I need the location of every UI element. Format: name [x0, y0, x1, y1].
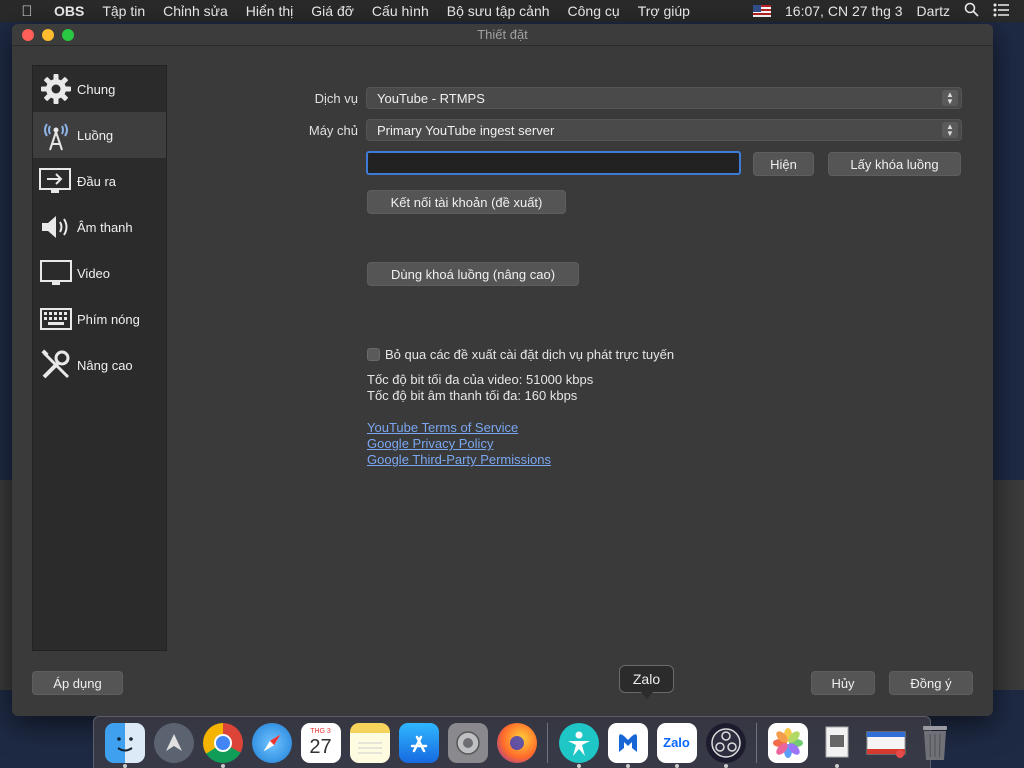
- firefox-icon[interactable]: [496, 722, 537, 763]
- sidebar-item-audio[interactable]: Âm thanh: [33, 204, 166, 250]
- output-icon: [39, 164, 73, 198]
- photos-icon[interactable]: [767, 722, 808, 763]
- sidebar-item-label: Chung: [77, 81, 116, 97]
- zalo-icon[interactable]: Zalo: [656, 722, 697, 768]
- connect-account-button[interactable]: Kết nối tài khoản (đề xuất): [367, 190, 566, 214]
- mail-icon[interactable]: [866, 723, 906, 763]
- malwarebytes-icon[interactable]: [607, 722, 648, 768]
- menu-file[interactable]: Tập tin: [102, 3, 145, 19]
- cancel-button[interactable]: Hủy: [811, 671, 875, 695]
- apple-menu-icon[interactable]: : [16, 3, 38, 20]
- menu-tools[interactable]: Công cụ: [568, 3, 620, 19]
- ignore-recommendations-row[interactable]: Bỏ qua các đề xuất cài đặt dịch vụ phát …: [367, 347, 674, 362]
- sidebar-item-stream[interactable]: Luồng: [33, 112, 166, 158]
- use-stream-key-button[interactable]: Dùng khoá luồng (nâng cao): [367, 262, 579, 286]
- dock-separator: [756, 722, 757, 763]
- speaker-icon: [39, 210, 73, 244]
- max-video-bitrate-text: Tốc độ bit tối đa của video: 51000 kbps: [367, 372, 594, 387]
- finder-icon[interactable]: [104, 722, 145, 768]
- ignore-recommendations-checkbox[interactable]: [367, 348, 380, 361]
- trash-icon[interactable]: [915, 723, 955, 763]
- obs-icon[interactable]: [705, 722, 746, 768]
- calendar-icon[interactable]: THG 3 27: [300, 722, 341, 763]
- menu-user[interactable]: Dartz: [917, 3, 950, 19]
- google-privacy-link[interactable]: Google Privacy Policy: [367, 436, 493, 451]
- stream-key-input[interactable]: [366, 151, 741, 175]
- notes-icon[interactable]: [349, 722, 390, 763]
- close-window-button[interactable]: [22, 29, 34, 41]
- chevron-updown-icon: ▲ ▼: [942, 122, 958, 138]
- background-window: [993, 480, 1024, 690]
- service-select[interactable]: YouTube - RTMPS ▲ ▼: [366, 87, 962, 109]
- menu-profile[interactable]: Cấu hình: [372, 3, 429, 19]
- menu-scene-collection[interactable]: Bộ sưu tập cảnh: [447, 3, 550, 19]
- show-key-button[interactable]: Hiện: [753, 152, 814, 176]
- input-source-flag-icon[interactable]: [753, 5, 772, 17]
- menu-clock[interactable]: 16:07, CN 27 thg 3: [785, 3, 903, 19]
- sidebar-item-label: Đầu ra: [77, 173, 117, 189]
- gear-icon: [39, 72, 73, 106]
- safari-icon[interactable]: [251, 722, 292, 763]
- sidebar-item-output[interactable]: Đầu ra: [33, 158, 166, 204]
- server-value: Primary YouTube ingest server: [377, 123, 555, 138]
- app-store-icon[interactable]: [398, 722, 439, 763]
- max-audio-bitrate-text: Tốc độ bit âm thanh tối đa: 160 kbps: [367, 388, 578, 403]
- window-title: Thiết đặt: [477, 27, 528, 42]
- ok-button[interactable]: Đồng ý: [889, 671, 973, 695]
- menu-bar:  OBS Tập tin Chỉnh sửa Hiển thị Giá đỡ …: [0, 0, 1024, 22]
- monitor-icon: [39, 256, 73, 290]
- launchpad-icon[interactable]: [153, 722, 194, 763]
- server-label: Máy chủ: [308, 123, 358, 138]
- settings-window: Thiết đặt Chung Luồng Đầu ra Âm thanh Vi…: [12, 24, 993, 716]
- sidebar-item-label: Nâng cao: [77, 357, 133, 373]
- get-stream-key-button[interactable]: Lấy khóa luồng: [828, 152, 961, 176]
- tools-icon: [39, 348, 73, 382]
- google-third-party-link[interactable]: Google Third-Party Permissions: [367, 452, 551, 467]
- zoom-window-button[interactable]: [62, 29, 74, 41]
- service-label: Dịch vụ: [314, 91, 358, 106]
- spotlight-search-icon[interactable]: [964, 2, 979, 20]
- minimize-window-button[interactable]: [42, 29, 54, 41]
- menu-app-name[interactable]: OBS: [54, 3, 84, 19]
- keyboard-icon: [39, 302, 73, 336]
- window-titlebar[interactable]: Thiết đặt: [12, 24, 993, 46]
- sidebar-item-hotkeys[interactable]: Phím nóng: [33, 296, 166, 342]
- sidebar-item-label: Phím nóng: [77, 311, 140, 327]
- dock-separator: [547, 722, 548, 763]
- server-select[interactable]: Primary YouTube ingest server ▲ ▼: [366, 119, 962, 141]
- menu-help[interactable]: Trợ giúp: [638, 3, 690, 19]
- sidebar-item-advanced[interactable]: Nâng cao: [33, 342, 166, 388]
- calendar-month: THG 3: [310, 728, 331, 735]
- dock-tooltip: Zalo: [619, 665, 674, 699]
- service-value: YouTube - RTMPS: [377, 91, 485, 106]
- zalo-label: Zalo: [663, 735, 690, 750]
- menu-dock[interactable]: Giá đỡ: [311, 3, 354, 19]
- apply-button[interactable]: Áp dụng: [32, 671, 123, 695]
- sidebar-item-video[interactable]: Video: [33, 250, 166, 296]
- preview-icon[interactable]: [817, 723, 857, 768]
- ignore-recommendations-label: Bỏ qua các đề xuất cài đặt dịch vụ phát …: [385, 347, 675, 362]
- chrome-icon[interactable]: [202, 722, 243, 768]
- menu-view[interactable]: Hiển thị: [246, 3, 293, 19]
- control-center-icon[interactable]: [993, 3, 1010, 20]
- sidebar-item-general[interactable]: Chung: [33, 66, 166, 112]
- antenna-icon: [39, 118, 73, 152]
- settings-sidebar: Chung Luồng Đầu ra Âm thanh Video Phím n…: [32, 65, 167, 651]
- background-window-left: [0, 480, 12, 690]
- sidebar-item-label: Âm thanh: [77, 219, 133, 235]
- chevron-updown-icon: ▲ ▼: [942, 90, 958, 106]
- youtube-terms-link[interactable]: YouTube Terms of Service: [367, 420, 518, 435]
- system-preferences-icon[interactable]: [447, 722, 488, 763]
- calendar-day: 27: [309, 736, 332, 758]
- sidebar-item-label: Video: [77, 265, 111, 281]
- sidebar-item-label: Luồng: [77, 127, 114, 143]
- dock: THG 3 27 Zalo: [93, 716, 947, 768]
- menu-edit[interactable]: Chỉnh sửa: [163, 3, 228, 19]
- teamviewer-icon[interactable]: [558, 722, 599, 768]
